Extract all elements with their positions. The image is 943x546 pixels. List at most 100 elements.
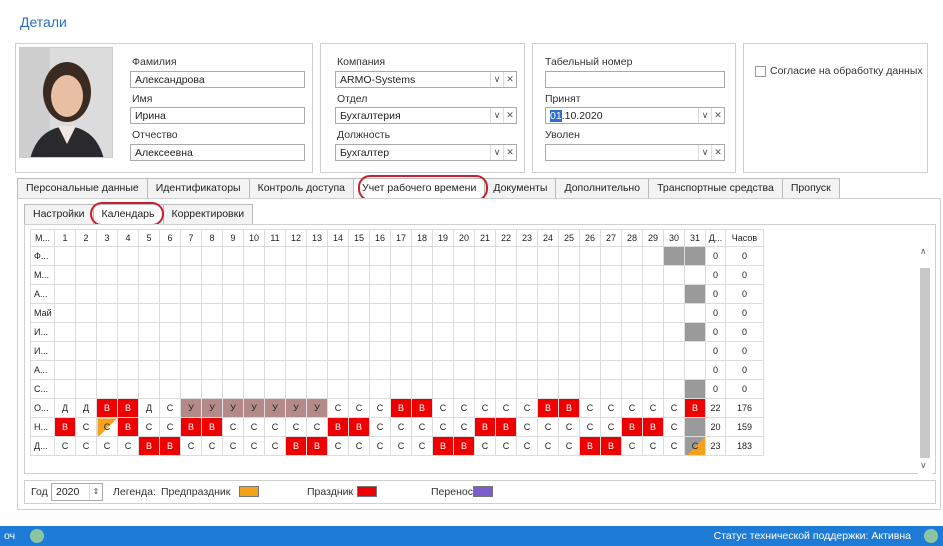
day-cell[interactable] xyxy=(96,360,118,380)
day-cell[interactable] xyxy=(663,284,685,304)
day-cell[interactable] xyxy=(96,265,118,285)
day-cell[interactable] xyxy=(327,322,349,342)
day-cell[interactable] xyxy=(600,379,622,399)
day-cell[interactable]: У xyxy=(243,398,265,418)
day-cell[interactable] xyxy=(222,265,244,285)
day-cell[interactable] xyxy=(642,284,664,304)
day-cell[interactable] xyxy=(285,284,307,304)
day-cell[interactable] xyxy=(327,265,349,285)
day-cell[interactable] xyxy=(600,265,622,285)
day-cell[interactable] xyxy=(537,284,559,304)
day-cell[interactable] xyxy=(453,265,475,285)
day-cell[interactable] xyxy=(180,303,202,323)
day-cell[interactable]: С xyxy=(243,417,265,437)
day-cell[interactable] xyxy=(327,284,349,304)
day-cell[interactable] xyxy=(159,246,181,266)
day-cell[interactable] xyxy=(285,322,307,342)
day-cell[interactable] xyxy=(222,341,244,361)
day-cell[interactable]: С xyxy=(306,417,328,437)
day-cell[interactable] xyxy=(642,379,664,399)
day-cell[interactable] xyxy=(243,246,265,266)
day-cell[interactable] xyxy=(579,303,601,323)
grid-header-cell[interactable]: 18 xyxy=(411,229,433,247)
day-cell[interactable] xyxy=(369,360,391,380)
day-cell[interactable] xyxy=(558,360,580,380)
day-cell[interactable] xyxy=(285,265,307,285)
day-cell[interactable]: С xyxy=(222,417,244,437)
day-cell[interactable]: С xyxy=(369,417,391,437)
day-cell[interactable]: С xyxy=(516,417,538,437)
day-cell[interactable] xyxy=(600,246,622,266)
day-cell[interactable] xyxy=(180,341,202,361)
day-cell[interactable] xyxy=(537,265,559,285)
day-cell[interactable]: В xyxy=(453,436,475,456)
day-cell[interactable] xyxy=(159,360,181,380)
chevron-down-icon[interactable]: ∨ xyxy=(490,145,503,160)
grid-header-cell[interactable]: 13 xyxy=(306,229,328,247)
day-cell[interactable] xyxy=(117,341,139,361)
grid-header-cell[interactable]: 24 xyxy=(537,229,559,247)
day-cell[interactable]: С xyxy=(432,398,454,418)
day-cell[interactable]: С xyxy=(117,436,139,456)
grid-header-cell[interactable]: 22 xyxy=(495,229,517,247)
day-cell[interactable] xyxy=(369,341,391,361)
day-cell[interactable]: С xyxy=(138,417,160,437)
day-cell[interactable] xyxy=(54,284,76,304)
day-cell[interactable] xyxy=(306,303,328,323)
day-cell[interactable] xyxy=(390,341,412,361)
day-cell[interactable] xyxy=(117,360,139,380)
day-cell[interactable]: С xyxy=(432,417,454,437)
day-cell[interactable] xyxy=(222,360,244,380)
day-cell[interactable] xyxy=(684,417,706,437)
day-cell[interactable] xyxy=(474,341,496,361)
day-cell[interactable] xyxy=(621,341,643,361)
day-cell[interactable] xyxy=(684,360,706,380)
day-cell[interactable]: С xyxy=(222,436,244,456)
day-cell[interactable] xyxy=(432,322,454,342)
day-cell[interactable] xyxy=(432,284,454,304)
day-cell[interactable] xyxy=(411,284,433,304)
day-cell[interactable]: С xyxy=(600,398,622,418)
tab-additional[interactable]: Дополнительно xyxy=(555,178,650,198)
day-cell[interactable] xyxy=(306,246,328,266)
day-cell[interactable] xyxy=(663,322,685,342)
day-cell[interactable] xyxy=(537,246,559,266)
day-cell[interactable]: В xyxy=(684,398,706,418)
grid-header-cell[interactable]: 23 xyxy=(516,229,538,247)
day-cell[interactable] xyxy=(390,322,412,342)
day-cell[interactable]: С xyxy=(201,436,223,456)
day-cell[interactable] xyxy=(600,303,622,323)
day-cell[interactable] xyxy=(495,341,517,361)
day-cell[interactable] xyxy=(264,341,286,361)
day-cell[interactable] xyxy=(537,341,559,361)
day-cell[interactable] xyxy=(495,379,517,399)
day-cell[interactable] xyxy=(663,265,685,285)
grid-header-cell[interactable]: 1 xyxy=(54,229,76,247)
day-cell[interactable]: С xyxy=(558,417,580,437)
month-cell[interactable]: О... xyxy=(30,398,55,418)
day-cell[interactable]: В xyxy=(495,417,517,437)
day-cell[interactable] xyxy=(684,322,706,342)
day-cell[interactable]: В xyxy=(138,436,160,456)
day-cell[interactable] xyxy=(222,246,244,266)
day-cell[interactable] xyxy=(54,322,76,342)
day-cell[interactable]: С xyxy=(369,398,391,418)
day-cell[interactable]: С xyxy=(390,417,412,437)
day-cell[interactable] xyxy=(411,265,433,285)
day-cell[interactable] xyxy=(621,322,643,342)
day-cell[interactable] xyxy=(348,379,370,399)
month-cell[interactable]: Ф... xyxy=(30,246,55,266)
day-cell[interactable] xyxy=(201,360,223,380)
subtab-settings[interactable]: Настройки xyxy=(24,204,94,224)
day-cell[interactable]: С xyxy=(390,436,412,456)
day-cell[interactable] xyxy=(369,246,391,266)
day-cell[interactable] xyxy=(453,379,475,399)
day-cell[interactable] xyxy=(453,360,475,380)
day-cell[interactable] xyxy=(306,284,328,304)
day-cell[interactable]: В xyxy=(432,436,454,456)
day-cell[interactable] xyxy=(180,360,202,380)
day-cell[interactable] xyxy=(516,379,538,399)
day-cell[interactable]: С xyxy=(75,436,97,456)
day-cell[interactable] xyxy=(495,303,517,323)
day-cell[interactable] xyxy=(453,322,475,342)
